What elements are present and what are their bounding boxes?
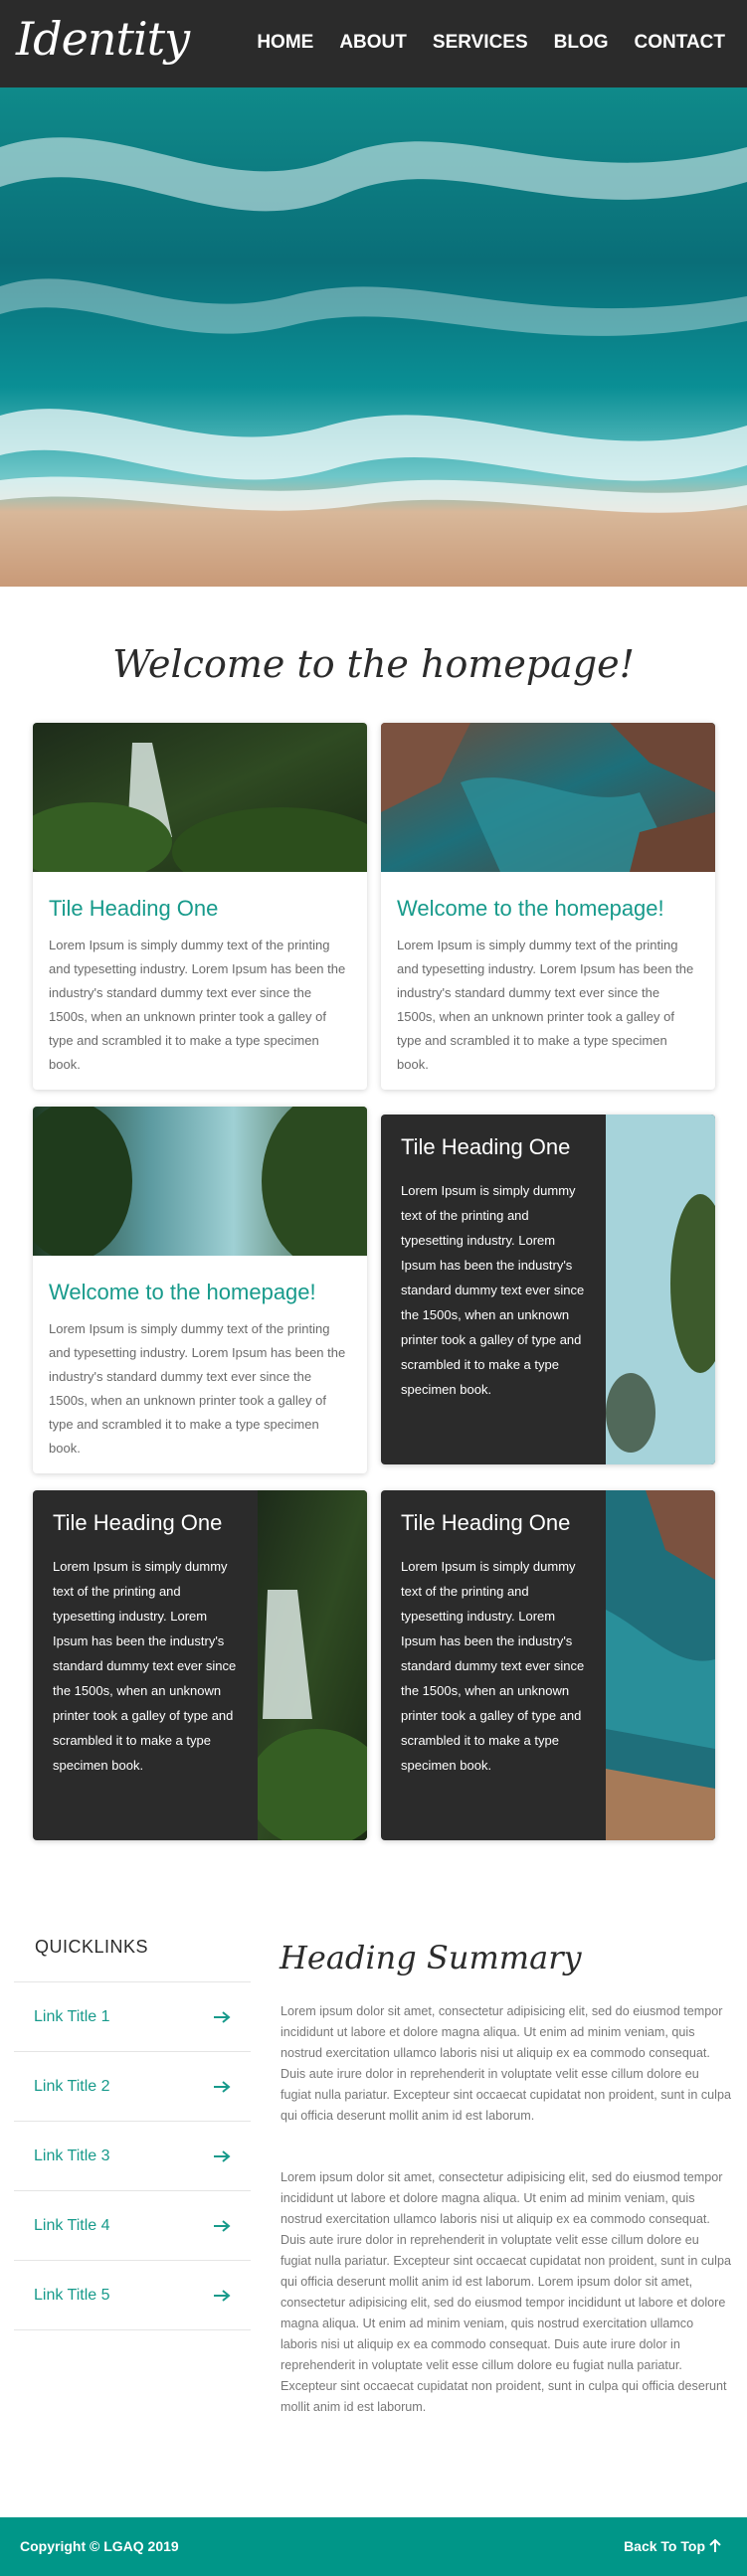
card-title: Welcome to the homepage! xyxy=(49,1280,316,1304)
rocky-coast-image xyxy=(606,1490,715,1840)
summary-paragraph: Lorem ipsum dolor sit amet, consectetur … xyxy=(280,2170,731,2414)
arrow-right-icon xyxy=(214,2010,231,2023)
dark-card-text: Lorem Ipsum is simply dummy text of the … xyxy=(53,1559,237,1773)
card-text: Lorem Ipsum is simply dummy text of the … xyxy=(49,938,346,1072)
arrow-right-icon xyxy=(214,2289,231,2302)
dark-card-title: Tile Heading One xyxy=(401,1134,571,1159)
quicklink-label: Link Title 4 xyxy=(34,2216,110,2234)
dark-tile-card[interactable]: Tile Heading One Lorem Ipsum is simply d… xyxy=(33,1490,367,1840)
site-logo[interactable]: Identity xyxy=(16,12,190,66)
quicklink-label: Link Title 2 xyxy=(34,2077,110,2095)
dark-card-title: Tile Heading One xyxy=(401,1510,571,1535)
arrow-right-icon xyxy=(214,2080,231,2093)
welcome-heading: Welcome to the homepage! xyxy=(112,642,635,686)
summary-paragraph: Lorem ipsum dolor sit amet, consectetur … xyxy=(280,2004,731,2123)
back-to-top-link[interactable]: Back To Top xyxy=(624,2538,721,2554)
top-navbar: Identity HOME ABOUT SERVICES BLOG CONTAC… xyxy=(0,0,747,87)
card-text: Lorem Ipsum is simply dummy text of the … xyxy=(397,938,694,1072)
tile-card[interactable]: Welcome to the homepage! Lorem Ipsum is … xyxy=(381,723,715,1090)
waterfall-image xyxy=(258,1490,367,1840)
footer: Copyright © LGAQ 2019 Back To Top xyxy=(0,2517,747,2576)
quicklink-item[interactable]: Link Title 2 xyxy=(14,2052,251,2122)
quicklink-label: Link Title 3 xyxy=(34,2147,110,2164)
copyright-text: Copyright © LGAQ 2019 xyxy=(20,2538,179,2554)
dark-tile-card[interactable]: Tile Heading One Lorem Ipsum is simply d… xyxy=(381,1490,715,1840)
summary-heading: Heading Summary xyxy=(280,1939,582,1976)
dark-card-text: Lorem Ipsum is simply dummy text of the … xyxy=(401,1183,585,1397)
waterfall-image xyxy=(33,723,367,872)
arrow-right-icon xyxy=(214,2149,231,2162)
quicklinks-title: QUICKLINKS xyxy=(35,1937,149,1957)
arrow-up-icon xyxy=(709,2539,721,2552)
quicklink-item[interactable]: Link Title 4 xyxy=(14,2191,251,2261)
dark-card-title: Tile Heading One xyxy=(53,1510,223,1535)
quicklink-label: Link Title 1 xyxy=(34,2007,110,2025)
card-title: Tile Heading One xyxy=(49,896,219,921)
rocky-coast-image xyxy=(381,723,715,872)
tile-card[interactable]: Tile Heading One Lorem Ipsum is simply d… xyxy=(33,723,367,1090)
main-nav: HOME ABOUT SERVICES BLOG CONTACT xyxy=(257,32,725,54)
dark-tile-card[interactable]: Tile Heading One Lorem Ipsum is simply d… xyxy=(381,1115,715,1464)
river-aerial-image xyxy=(33,1107,367,1256)
nav-blog[interactable]: BLOG xyxy=(554,32,609,54)
nav-services[interactable]: SERVICES xyxy=(433,32,528,54)
nav-home[interactable]: HOME xyxy=(257,32,313,54)
card-text: Lorem Ipsum is simply dummy text of the … xyxy=(49,1321,346,1456)
arrow-right-icon xyxy=(214,2219,231,2232)
dark-card-text: Lorem Ipsum is simply dummy text of the … xyxy=(401,1559,585,1773)
quicklink-item[interactable]: Link Title 1 xyxy=(14,1982,251,2052)
river-rocks-image xyxy=(606,1115,715,1464)
nav-about[interactable]: ABOUT xyxy=(339,32,407,54)
tile-card[interactable]: Welcome to the homepage! Lorem Ipsum is … xyxy=(33,1107,367,1473)
card-title: Welcome to the homepage! xyxy=(397,896,664,921)
quicklink-label: Link Title 5 xyxy=(34,2286,110,2304)
quicklinks-list: Link Title 1 Link Title 2 Link Title 3 L… xyxy=(14,1981,251,2330)
quicklink-item[interactable]: Link Title 5 xyxy=(14,2261,251,2330)
quicklink-item[interactable]: Link Title 3 xyxy=(14,2122,251,2191)
back-to-top-label: Back To Top xyxy=(624,2538,705,2554)
nav-contact[interactable]: CONTACT xyxy=(635,32,725,54)
hero-image xyxy=(0,87,747,587)
